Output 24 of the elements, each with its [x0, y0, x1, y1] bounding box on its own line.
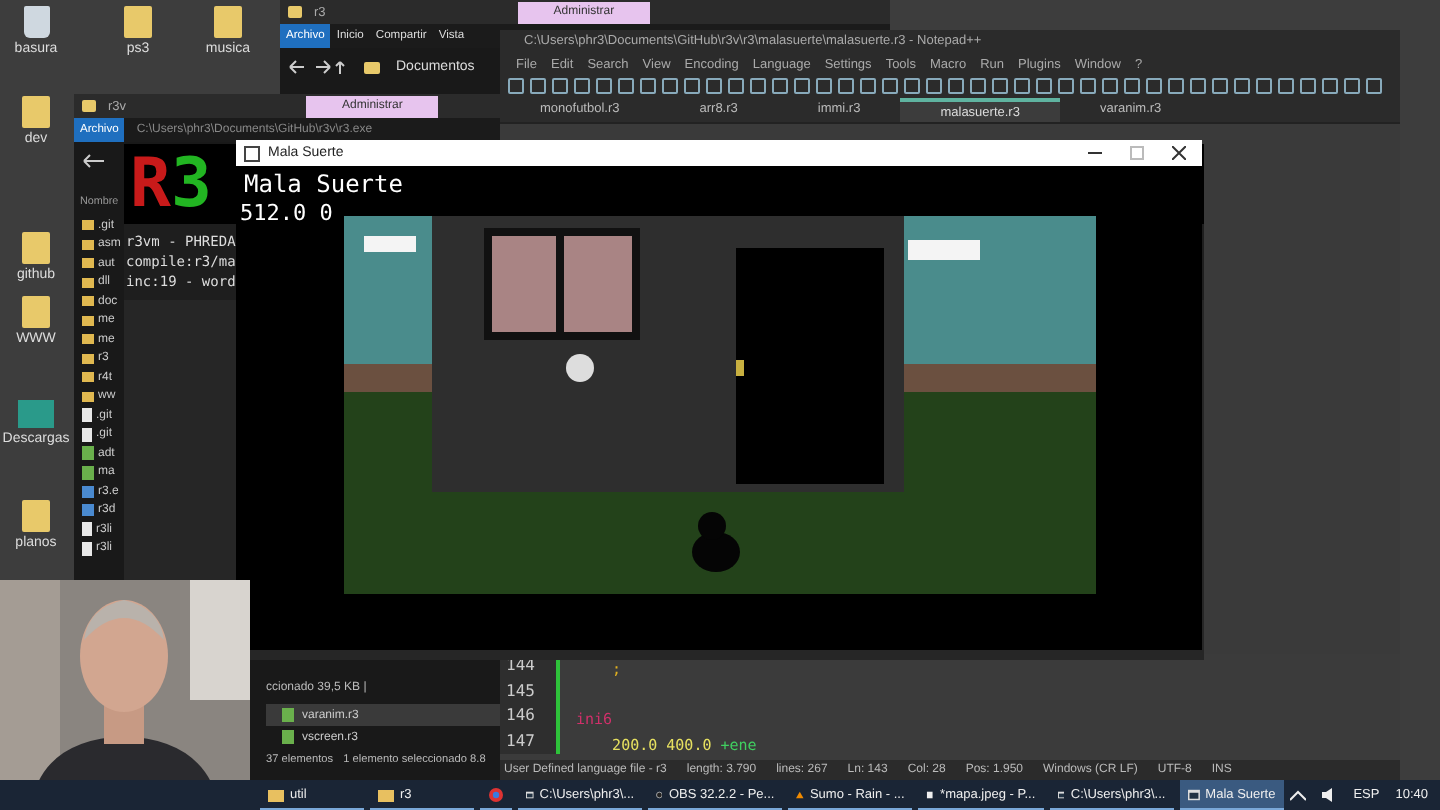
document-icon	[926, 787, 935, 801]
line-number: 147	[500, 729, 560, 754]
folder-icon	[364, 61, 380, 73]
folder-icon	[378, 787, 394, 801]
game-title: Mala Suerte	[242, 170, 405, 200]
app-icon	[244, 145, 260, 161]
folder-icon	[82, 100, 96, 112]
maximize-icon	[1130, 146, 1144, 160]
line-number: 145	[500, 679, 560, 704]
cone-icon	[796, 787, 804, 801]
navigation-arrows-icon	[288, 60, 348, 74]
minimize-icon	[1088, 146, 1102, 160]
logo: R3	[130, 150, 212, 218]
score-readout: 512.0 0	[240, 200, 335, 226]
window-icon	[1187, 787, 1200, 801]
speaker-icon	[1321, 788, 1338, 802]
line-number: 146	[500, 704, 560, 729]
folder-icon	[268, 787, 284, 801]
record-icon	[656, 787, 663, 801]
window-icon	[526, 787, 534, 801]
browser-icon	[488, 787, 504, 801]
window-icon	[1057, 787, 1065, 801]
close-icon	[1172, 146, 1186, 160]
folder-icon	[288, 6, 302, 18]
